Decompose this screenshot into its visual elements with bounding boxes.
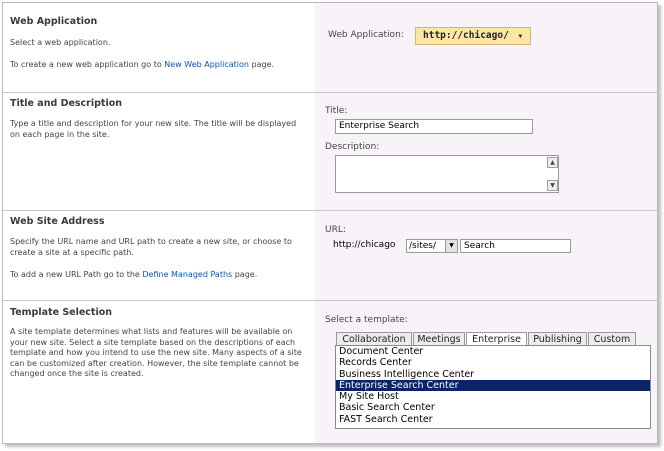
section-template-selection: Template Selection A site template deter… — [3, 300, 657, 443]
template-basic-search-center[interactable]: Basic Search Center — [336, 402, 650, 413]
section-description: Specify the URL name and URL path to cre… — [10, 237, 292, 257]
template-selection-info: Template Selection A site template deter… — [3, 301, 315, 443]
description-textarea[interactable] — [335, 155, 559, 193]
section-description: Select a web application. — [10, 38, 111, 47]
create-prefix: To create a new web application go to — [10, 60, 165, 69]
section-title: Web Application — [10, 16, 98, 27]
url-path-dropdown[interactable]: /sites/ ▼ — [406, 239, 458, 253]
url-path-value: /sites/ — [409, 241, 437, 251]
select-template-label: Select a template: — [325, 315, 408, 325]
create-suffix: page. — [248, 60, 275, 69]
web-application-info: Web Application Select a web application… — [3, 3, 315, 92]
title-description-controls: Title: Enterprise Search Description: ▲ … — [315, 93, 657, 211]
path-suffix: page. — [232, 270, 258, 279]
path-prefix: To add a new URL Path go to the — [10, 270, 143, 279]
chevron-down-icon: ▼ — [518, 33, 523, 40]
web-application-controls: Web Application: http://chicago/ ▼ — [315, 3, 657, 92]
section-description: A site template determines what lists an… — [10, 327, 302, 378]
description-label: Description: — [325, 142, 380, 152]
template-listbox[interactable]: Document Center Records Center Business … — [335, 345, 651, 429]
title-input[interactable]: Enterprise Search — [335, 119, 533, 134]
url-label: URL: — [325, 225, 346, 235]
section-title: Web Site Address — [10, 216, 105, 227]
web-application-label: Web Application: — [328, 30, 404, 40]
url-name-input[interactable]: Search — [460, 239, 571, 253]
template-records-center[interactable]: Records Center — [336, 357, 650, 368]
section-web-application: Web Application Select a web application… — [3, 3, 657, 92]
template-my-site-host[interactable]: My Site Host — [336, 391, 650, 402]
template-fast-search-center[interactable]: FAST Search Center — [336, 414, 650, 425]
web-site-address-controls: URL: http://chicago /sites/ ▼ Search — [315, 211, 657, 301]
scroll-up-icon[interactable]: ▲ — [547, 157, 558, 168]
template-document-center[interactable]: Document Center — [336, 346, 650, 357]
managed-paths-text: To add a new URL Path go to the Define M… — [10, 270, 308, 281]
web-application-value: http://chicago/ — [423, 30, 509, 41]
chevron-down-icon[interactable]: ▼ — [445, 240, 457, 252]
template-enterprise-search-center[interactable]: Enterprise Search Center — [336, 379, 650, 392]
create-web-app-text: To create a new web application go to Ne… — [10, 60, 308, 71]
section-title: Template Selection — [10, 307, 113, 318]
template-business-intelligence-center[interactable]: Business Intelligence Center — [336, 369, 650, 380]
template-selection-controls: Select a template: Collaboration Meeting… — [315, 301, 657, 443]
define-managed-paths-link[interactable]: Define Managed Paths — [142, 270, 232, 279]
section-description: Type a title and description for your ne… — [10, 119, 297, 139]
web-site-address-info: Web Site Address Specify the URL name an… — [3, 211, 315, 301]
section-title: Title and Description — [10, 98, 123, 109]
title-description-info: Title and Description Type a title and d… — [3, 93, 315, 211]
section-web-site-address: Web Site Address Specify the URL name an… — [3, 210, 657, 301]
title-label: Title: — [325, 106, 348, 116]
scroll-down-icon[interactable]: ▼ — [547, 180, 558, 191]
section-title-description: Title and Description Type a title and d… — [3, 92, 657, 211]
new-web-application-link[interactable]: New Web Application — [164, 60, 249, 69]
web-application-selector[interactable]: http://chicago/ ▼ — [415, 27, 531, 45]
url-host: http://chicago — [333, 240, 396, 250]
create-site-form: Web Application Select a web application… — [2, 2, 658, 444]
